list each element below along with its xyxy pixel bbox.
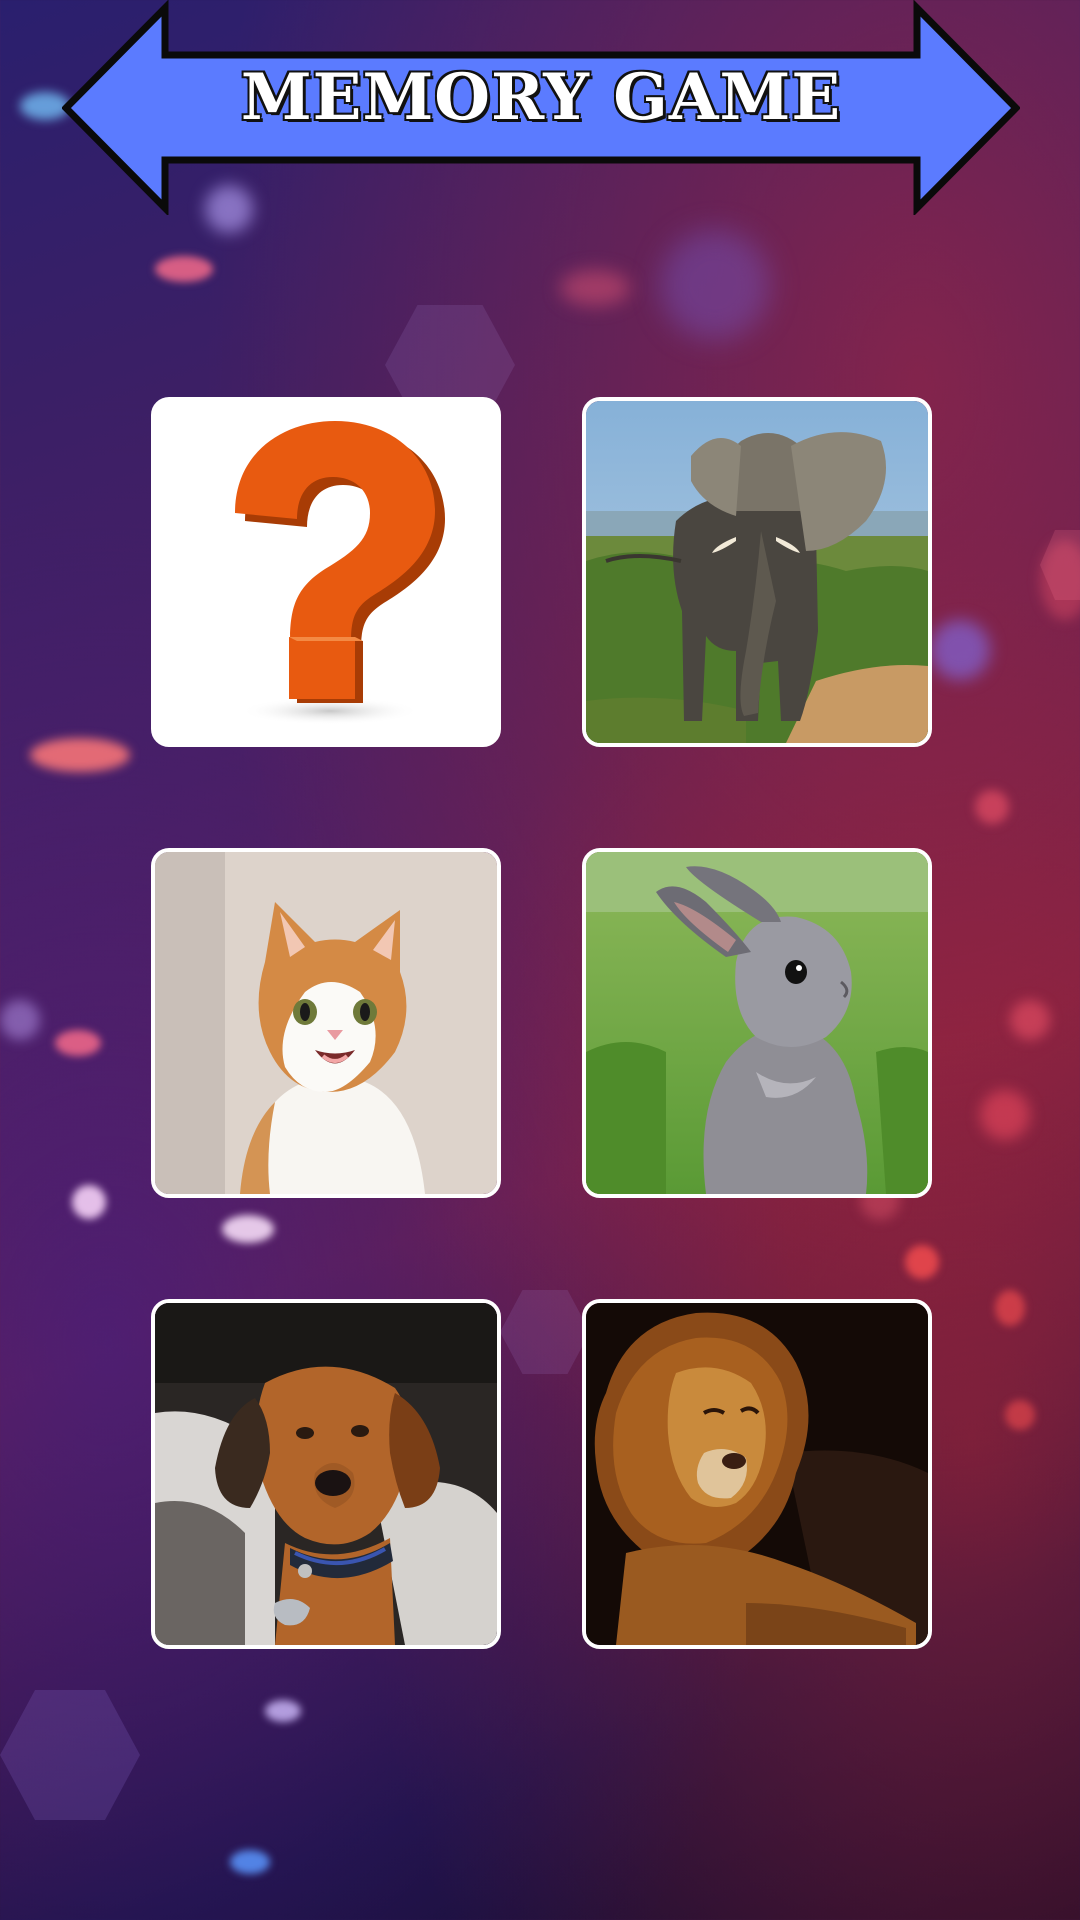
bokeh-light (222, 1215, 274, 1243)
lion-image (586, 1303, 928, 1645)
bokeh-light (980, 1090, 1030, 1140)
bokeh-light (230, 1850, 270, 1874)
bokeh-light (30, 738, 130, 772)
bokeh-light (1005, 1400, 1035, 1430)
bokeh-hexagon (1040, 530, 1080, 600)
cat-image (155, 852, 497, 1194)
bokeh-light (1010, 1000, 1050, 1040)
bokeh-light (72, 1185, 106, 1219)
memory-card-cat[interactable]: revealed (151, 848, 501, 1198)
bokeh-light (560, 270, 630, 306)
dog-image (155, 1303, 497, 1645)
bokeh-hexagon (0, 1690, 140, 1820)
card-state: hidden (155, 743, 156, 744)
bokeh-light (55, 1030, 101, 1056)
bokeh-light (995, 1290, 1025, 1326)
memory-card-hidden[interactable]: hidden (151, 397, 501, 747)
memory-card-lion[interactable]: revealed (582, 1299, 932, 1649)
memory-card-rabbit[interactable]: revealed (582, 848, 932, 1198)
bokeh-hexagon (500, 1290, 590, 1374)
rabbit-image (586, 852, 928, 1194)
memory-card-elephant[interactable]: revealed (582, 397, 932, 747)
page-title: MEMORY GAME (239, 59, 842, 137)
memory-card-dog[interactable]: revealed (151, 1299, 501, 1649)
title-banner: MEMORY GAME (62, 0, 1020, 215)
elephant-image (586, 401, 928, 743)
card-state: revealed (586, 743, 587, 744)
bokeh-light (905, 1245, 939, 1279)
bokeh-light (155, 256, 213, 282)
bokeh-light (930, 620, 990, 680)
card-state: revealed (586, 1645, 587, 1646)
bokeh-light (975, 790, 1009, 824)
bokeh-light (265, 1700, 301, 1722)
question-mark-icon (235, 421, 445, 725)
card-state: revealed (155, 1645, 156, 1646)
card-state: revealed (586, 1194, 587, 1195)
bokeh-light (660, 230, 770, 340)
card-state: revealed (155, 1194, 156, 1195)
bokeh-light (0, 1000, 40, 1040)
